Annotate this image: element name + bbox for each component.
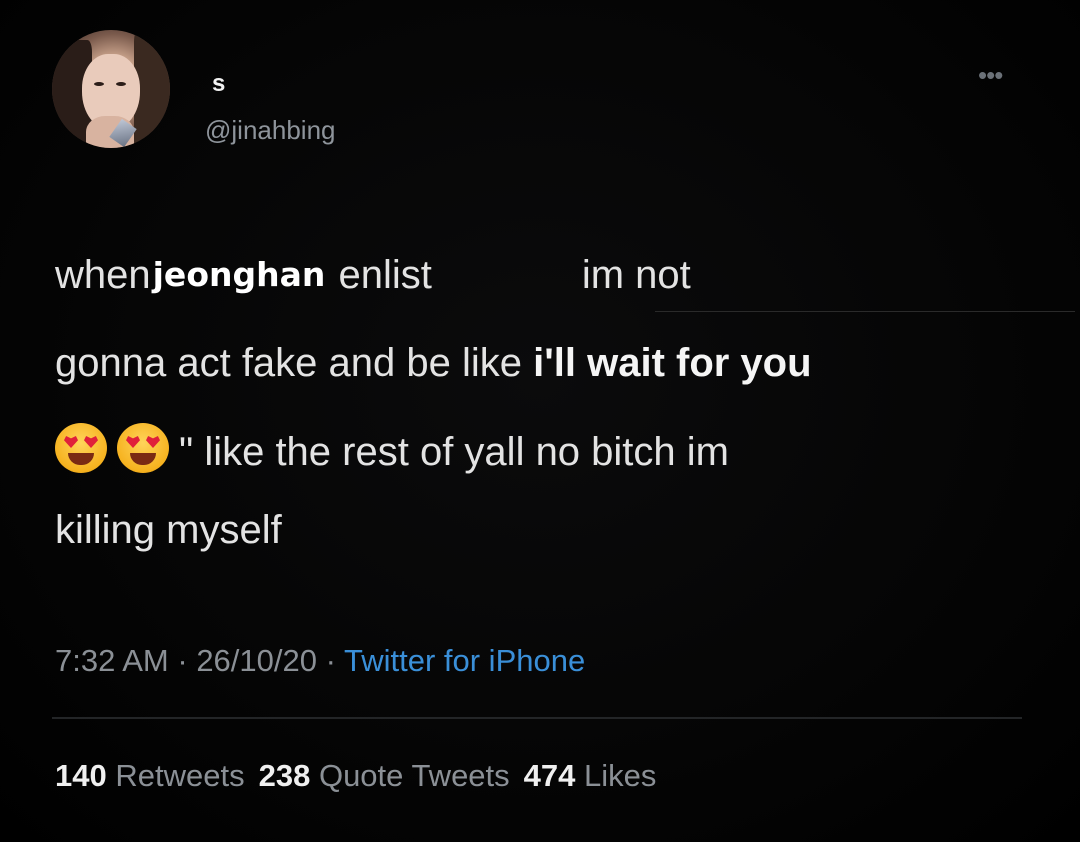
tweet-text-enlist: enlist xyxy=(327,253,432,297)
tweet-meta: 7:32 AM · 26/10/20 · Twitter for iPhone xyxy=(55,643,585,679)
tweet-text-line-3: " like the rest of yall no bitch im xyxy=(55,423,729,473)
retweets-stat[interactable]: 140 Retweets xyxy=(55,758,245,793)
avatar-eye-right xyxy=(116,82,126,86)
tweet-text-rest: " like the rest of yall no bitch im xyxy=(179,430,729,474)
meta-separator: · xyxy=(168,643,197,678)
heart-eyes-emoji-icon xyxy=(55,423,107,473)
tweet-time[interactable]: 7:32 AM xyxy=(55,643,169,678)
tweet-text-when: when xyxy=(55,253,151,297)
retweets-count: 140 xyxy=(55,758,107,793)
tweet-text-line-2: gonna act fake and be like i'll wait for… xyxy=(55,343,812,383)
tweet-text-line-4: killing myself xyxy=(55,510,282,550)
tweet-text-im-not: im not xyxy=(581,253,691,297)
quotes-count: 238 xyxy=(258,758,311,793)
tweet-date[interactable]: 26/10/20 xyxy=(196,643,317,678)
heart-eyes-emoji-icon xyxy=(117,423,169,473)
user-handle[interactable]: @jinahbing xyxy=(205,115,335,146)
quotes-label: Quote Tweets xyxy=(318,758,510,793)
tweet-source-link[interactable]: Twitter for iPhone xyxy=(344,643,585,678)
tweet-text-plain: gonna act fake and be like xyxy=(55,341,534,385)
likes-count: 474 xyxy=(523,758,576,793)
tweet-text-name-overlay: jeonghan xyxy=(152,255,326,294)
avatar-eye-left xyxy=(94,82,104,86)
display-name[interactable]: s xyxy=(212,70,225,98)
avatar[interactable] xyxy=(52,30,170,148)
meta-separator: · xyxy=(316,643,344,678)
tweet-text-line-1: whenjeonghan enlist im not xyxy=(55,255,691,295)
more-options-icon[interactable]: ••• xyxy=(978,60,1003,91)
tweet-stats: 140 Retweets 238 Quote Tweets 474 Likes xyxy=(55,758,656,794)
retweets-label: Retweets xyxy=(115,758,245,793)
tweet-text-bold: i'll wait for you xyxy=(533,341,812,385)
quotes-stat[interactable]: 238 Quote Tweets xyxy=(259,758,510,793)
tweet-text-end: killing myself xyxy=(55,508,282,552)
text-edit-line xyxy=(655,311,1075,312)
tweet-card: s @jinahbing ••• whenjeonghan enlist im n… xyxy=(0,0,1080,842)
divider xyxy=(52,717,1022,719)
likes-label: Likes xyxy=(584,758,657,793)
likes-stat[interactable]: 474 Likes xyxy=(524,758,657,793)
